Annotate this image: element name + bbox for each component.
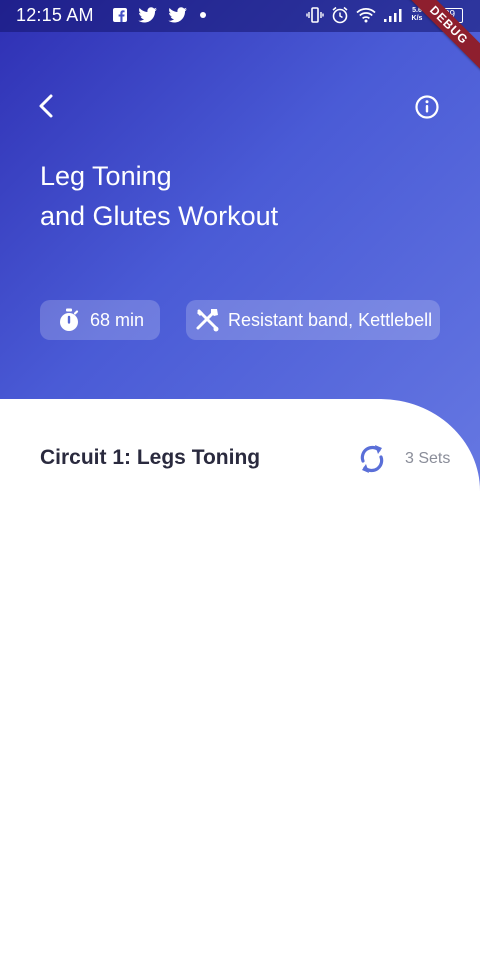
duration-label: 68 min [90, 309, 145, 330]
system-icons: 5.6 K/s [306, 6, 424, 24]
facebook-icon [113, 8, 127, 22]
repeat-icon [360, 445, 384, 473]
workout-title-line-2: and Glutes Workout [40, 201, 279, 231]
twitter-icon [168, 7, 187, 23]
info-icon[interactable] [414, 94, 440, 120]
content-card [0, 399, 480, 960]
sets-count: 3 Sets [405, 450, 451, 467]
equipment-chip: Resistant band, Kettlebell [186, 300, 440, 340]
dot-icon [200, 12, 206, 18]
signal-icon [384, 9, 402, 22]
duration-chip: 68 min [40, 300, 160, 340]
notification-icons [112, 7, 208, 23]
circuit-title: Circuit 1: Legs Toning [40, 446, 261, 469]
back-arrow-icon[interactable] [34, 92, 62, 120]
alarm-icon [332, 6, 348, 24]
twitter-icon [138, 7, 157, 23]
stopwatch-icon [56, 307, 82, 333]
workout-title-line-1: Leg Toning [40, 161, 172, 191]
equipment-label: Resistant band, Kettlebell [228, 309, 433, 330]
wifi-icon [356, 8, 376, 23]
workout-title: Leg Toning and Glutes Workout [40, 156, 440, 236]
vibrate-icon [306, 7, 324, 23]
status-time: 12:15 AM [16, 5, 94, 25]
status-bar: 12:15 AM 5.6 K/s [0, 0, 480, 32]
tools-icon [194, 307, 220, 333]
